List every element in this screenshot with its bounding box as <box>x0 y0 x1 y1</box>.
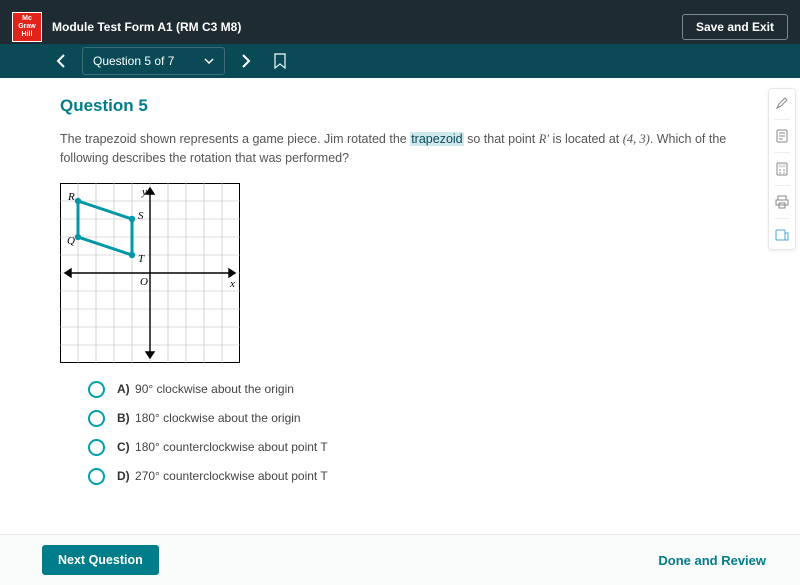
calculator-tool-icon[interactable] <box>774 161 790 177</box>
next-question-nav-button[interactable] <box>233 48 259 74</box>
footer-bar: Next Question Done and Review <box>0 534 800 585</box>
question-prompt: The trapezoid shown represents a game pi… <box>60 130 728 169</box>
question-content: Question 5 The trapezoid shown represent… <box>0 78 768 526</box>
answer-choices: A) 90° clockwise about the origin B) 180… <box>88 381 728 485</box>
save-and-exit-button[interactable]: Save and Exit <box>682 14 788 40</box>
question-number-heading: Question 5 <box>60 96 728 116</box>
done-and-review-link[interactable]: Done and Review <box>658 553 766 568</box>
chevron-right-icon <box>241 54 251 68</box>
svg-text:S: S <box>138 210 144 222</box>
highlighted-term: trapezoid <box>410 132 463 146</box>
svg-text:Q: Q <box>67 235 75 247</box>
chevron-left-icon <box>56 54 66 68</box>
svg-text:T: T <box>138 253 145 265</box>
next-question-button[interactable]: Next Question <box>42 545 159 575</box>
mcgraw-hill-logo: Mc Graw Hill <box>12 12 42 42</box>
brand-block: Mc Graw Hill Module Test Form A1 (RM C3 … <box>12 12 241 42</box>
notes-tool-icon[interactable] <box>774 128 790 144</box>
svg-text:y: y <box>141 186 147 198</box>
svg-text:R: R <box>67 191 75 203</box>
app-header: Mc Graw Hill Module Test Form A1 (RM C3 … <box>0 10 800 44</box>
question-selector[interactable]: Question 5 of 7 <box>82 47 225 75</box>
radio-icon <box>88 468 105 485</box>
origin-label: O <box>140 276 148 288</box>
choice-a[interactable]: A) 90° clockwise about the origin <box>88 381 728 398</box>
choice-d[interactable]: D) 270° counterclockwise about point T <box>88 468 728 485</box>
question-navbar: Question 5 of 7 <box>0 44 800 78</box>
highlighter-tool-icon[interactable] <box>774 95 790 111</box>
module-title: Module Test Form A1 (RM C3 M8) <box>52 20 241 34</box>
window-top-strip <box>0 0 800 10</box>
tool-rail <box>768 88 796 250</box>
prev-question-button[interactable] <box>48 48 74 74</box>
choice-c[interactable]: C) 180° counterclockwise about point T <box>88 439 728 456</box>
radio-icon <box>88 381 105 398</box>
svg-text:x: x <box>229 278 235 290</box>
coordinate-graph: R S T Q O x y <box>60 183 728 363</box>
radio-icon <box>88 439 105 456</box>
print-tool-icon[interactable] <box>774 194 790 210</box>
bookmark-icon <box>274 53 286 69</box>
reference-tool-icon[interactable] <box>774 227 790 243</box>
choice-b[interactable]: B) 180° clockwise about the origin <box>88 410 728 427</box>
radio-icon <box>88 410 105 427</box>
bookmark-button[interactable] <box>267 48 293 74</box>
chevron-down-icon <box>204 58 214 64</box>
